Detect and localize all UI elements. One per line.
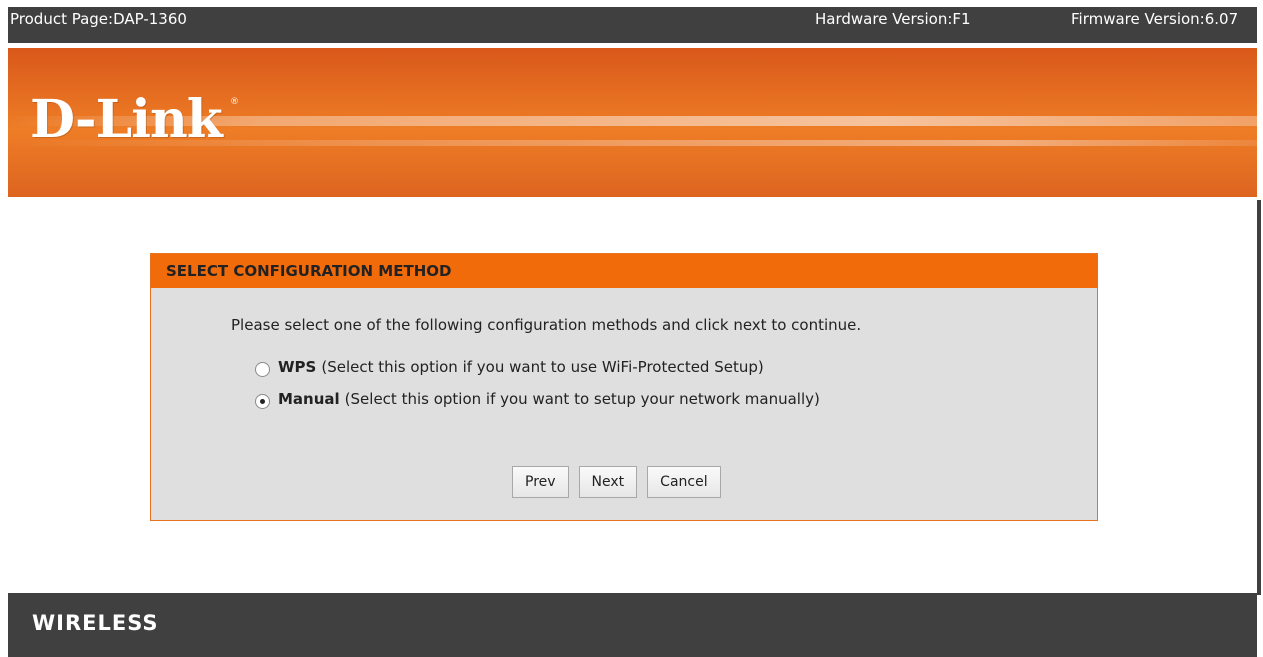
- manual-radio-button[interactable]: [255, 394, 270, 409]
- firmware-version-label: Firmware Version:6.07: [1071, 10, 1239, 28]
- wps-option-name: WPS: [278, 357, 317, 376]
- next-button[interactable]: Next: [578, 466, 638, 498]
- registered-mark: ®: [230, 97, 239, 107]
- product-page-label: Product Page:DAP-1360: [10, 10, 187, 28]
- wps-radio-button[interactable]: [255, 362, 270, 377]
- option-manual[interactable]: Manual (Select this option if you want t…: [255, 388, 820, 409]
- manual-option-name: Manual: [278, 389, 340, 408]
- manual-option-description: (Select this option if you want to setup…: [344, 389, 820, 408]
- top-info-bar: Product Page:DAP-1360 Hardware Version:F…: [8, 7, 1257, 43]
- page: Product Page:DAP-1360 Hardware Version:F…: [0, 0, 1263, 657]
- right-edge-divider: [1257, 200, 1261, 595]
- option-wps[interactable]: WPS (Select this option if you want to u…: [255, 356, 764, 377]
- config-method-panel: SELECT CONFIGURATION METHOD Please selec…: [150, 253, 1098, 521]
- footer-bar: WIRELESS: [8, 593, 1257, 657]
- header-banner: D-Link ®: [8, 48, 1257, 197]
- prev-button[interactable]: Prev: [512, 466, 569, 498]
- cancel-button[interactable]: Cancel: [647, 466, 721, 498]
- wps-option-description: (Select this option if you want to use W…: [321, 357, 764, 376]
- dlink-logo: D-Link: [30, 89, 223, 150]
- instruction-text: Please select one of the following confi…: [231, 316, 862, 334]
- hardware-version-label: Hardware Version:F1: [815, 10, 971, 28]
- button-row: Prev Next Cancel: [512, 466, 731, 498]
- panel-title: SELECT CONFIGURATION METHOD: [151, 254, 1097, 288]
- wireless-label: WIRELESS: [32, 611, 159, 635]
